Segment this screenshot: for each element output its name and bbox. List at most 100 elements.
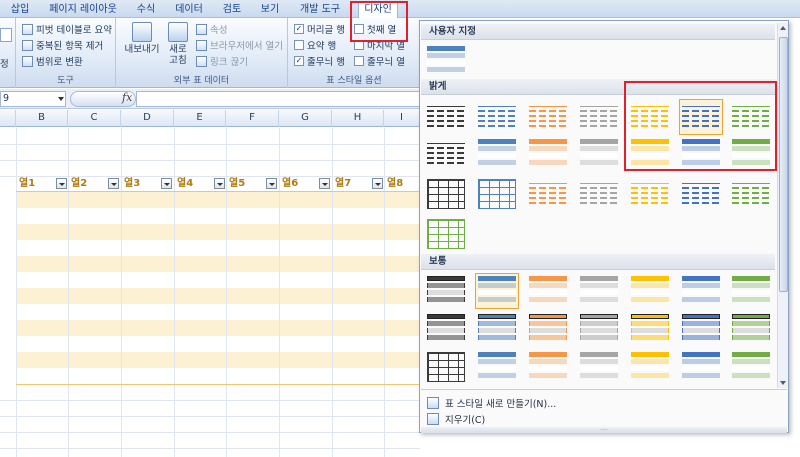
table-style-swatch[interactable] [729, 311, 773, 347]
table-style-swatch[interactable] [475, 136, 519, 172]
formula-input[interactable] [136, 91, 420, 107]
table-style-swatch[interactable] [526, 176, 570, 212]
table-header-cell[interactable]: 열3 [121, 176, 140, 191]
table-style-swatch[interactable] [526, 273, 570, 309]
table-style-swatch[interactable] [729, 349, 773, 385]
clear-style-item[interactable]: 지우기(C) [427, 411, 485, 426]
banded-columns-checkbox[interactable]: 줄무늬 열 [354, 54, 405, 68]
convert-to-range-button[interactable]: 범위로 변환 [22, 54, 83, 68]
tab-review[interactable]: 검토 [218, 3, 246, 18]
tab-formulas[interactable]: 수식 [132, 3, 160, 18]
chevron-down-icon[interactable] [58, 97, 64, 101]
column-header[interactable]: E [174, 110, 226, 127]
summarize-pivot-button[interactable]: 피벗 테이블로 요약 [22, 22, 112, 36]
table-style-swatch[interactable] [526, 311, 570, 347]
table-style-swatch[interactable] [628, 273, 672, 309]
resize-table-label[interactable]: 정 [0, 56, 9, 70]
column-header[interactable]: I [384, 110, 420, 127]
table-style-swatch[interactable] [577, 136, 621, 172]
table-header-cell[interactable]: 열6 [279, 176, 298, 191]
table-style-swatch[interactable] [679, 273, 723, 309]
export-button[interactable]: 내보내기 [122, 22, 162, 55]
filter-dropdown-icon[interactable] [56, 178, 67, 189]
table-style-swatch[interactable] [577, 273, 621, 309]
table-header-cell[interactable]: 열8 [384, 176, 403, 191]
filter-dropdown-icon[interactable] [161, 178, 172, 189]
table-style-swatch[interactable] [475, 349, 519, 385]
table-style-swatch[interactable] [729, 176, 773, 212]
table-style-swatch[interactable] [526, 99, 570, 135]
filter-dropdown-icon[interactable] [266, 178, 277, 189]
table-style-swatch[interactable] [577, 176, 621, 212]
tab-insert[interactable]: 삽입 [6, 3, 34, 18]
tab-design[interactable]: 디자인 [358, 2, 398, 19]
table-header-cell[interactable]: 열7 [332, 176, 351, 191]
table-style-swatch[interactable] [729, 136, 773, 172]
open-in-browser-button[interactable]: 브라우저에서 열기 [196, 38, 283, 52]
table-style-swatch[interactable] [729, 273, 773, 309]
table-style-swatch[interactable] [526, 349, 570, 385]
table-style-swatch[interactable] [424, 273, 468, 309]
table-style-swatch[interactable] [424, 43, 468, 79]
table-style-swatch[interactable] [424, 311, 468, 347]
table-style-swatch[interactable] [577, 311, 621, 347]
filter-dropdown-icon[interactable] [372, 178, 383, 189]
worksheet-grid[interactable]: 열1 열2 열3 열4 열5 열6 열7 열8 [0, 128, 420, 457]
gallery-scrollbar[interactable] [777, 23, 788, 388]
filter-dropdown-icon[interactable] [319, 178, 330, 189]
table-style-swatch[interactable] [679, 349, 723, 385]
table-style-swatch[interactable] [424, 216, 468, 252]
table-style-swatch[interactable] [424, 176, 468, 212]
tab-page-layout[interactable]: 페이지 레이아웃 [44, 3, 122, 18]
table-style-swatch[interactable] [475, 311, 519, 347]
column-header[interactable]: F [226, 110, 279, 127]
header-row-checkbox[interactable]: ✓ 머리글 행 [294, 22, 345, 36]
name-box[interactable]: 9 [0, 91, 66, 107]
remove-duplicates-button[interactable]: 중복된 항목 제거 [22, 38, 103, 52]
filter-dropdown-icon[interactable] [214, 178, 225, 189]
filter-dropdown-icon[interactable] [108, 178, 119, 189]
table-style-swatch[interactable] [577, 99, 621, 135]
table-style-swatch[interactable] [475, 99, 519, 135]
table-style-swatch[interactable] [729, 99, 773, 135]
table-style-swatch[interactable] [424, 99, 468, 135]
table-style-swatch[interactable] [679, 176, 723, 212]
select-all-corner[interactable] [0, 110, 16, 127]
insert-function-icon[interactable]: fx [122, 91, 132, 104]
table-style-swatch[interactable] [628, 99, 672, 135]
tab-data[interactable]: 데이터 [170, 3, 208, 18]
table-header-cell[interactable]: 열1 [16, 176, 35, 191]
tab-view[interactable]: 보기 [256, 3, 284, 18]
table-name-input[interactable] [0, 28, 12, 42]
unlink-button[interactable]: 링크 끊기 [196, 54, 248, 68]
table-style-swatch[interactable] [679, 136, 723, 172]
first-column-checkbox[interactable]: 첫째 열 [354, 22, 396, 36]
scroll-down-icon[interactable] [778, 377, 789, 388]
properties-button[interactable]: 속성 [196, 22, 227, 36]
table-style-swatch[interactable] [628, 311, 672, 347]
table-style-swatch[interactable] [424, 349, 468, 385]
column-header[interactable]: G [279, 110, 332, 127]
table-style-swatch[interactable] [424, 136, 468, 172]
table-style-swatch[interactable] [577, 349, 621, 385]
table-style-swatch[interactable] [628, 349, 672, 385]
table-header-cell[interactable]: 열5 [226, 176, 245, 191]
total-row-checkbox[interactable]: 요약 행 [294, 38, 336, 52]
table-style-swatch[interactable] [679, 99, 723, 135]
column-header[interactable]: B [16, 110, 68, 127]
scroll-thumb[interactable] [779, 37, 788, 292]
table-style-swatch[interactable] [475, 273, 519, 309]
table-style-swatch[interactable] [628, 176, 672, 212]
last-column-checkbox[interactable]: 마지막 열 [354, 38, 405, 52]
table-style-swatch[interactable] [628, 136, 672, 172]
refresh-button[interactable]: 새로 고침 [164, 22, 192, 66]
table-style-swatch[interactable] [679, 311, 723, 347]
column-header[interactable]: H [332, 110, 384, 127]
table-header-cell[interactable]: 열2 [68, 176, 87, 191]
table-style-swatch[interactable] [526, 136, 570, 172]
resize-grip[interactable]: .... [421, 426, 787, 433]
column-header[interactable]: C [68, 110, 121, 127]
scroll-up-icon[interactable] [778, 23, 789, 34]
table-style-swatch[interactable] [475, 176, 519, 212]
new-table-style-item[interactable]: 표 스타일 새로 만들기(N)... [427, 395, 556, 410]
